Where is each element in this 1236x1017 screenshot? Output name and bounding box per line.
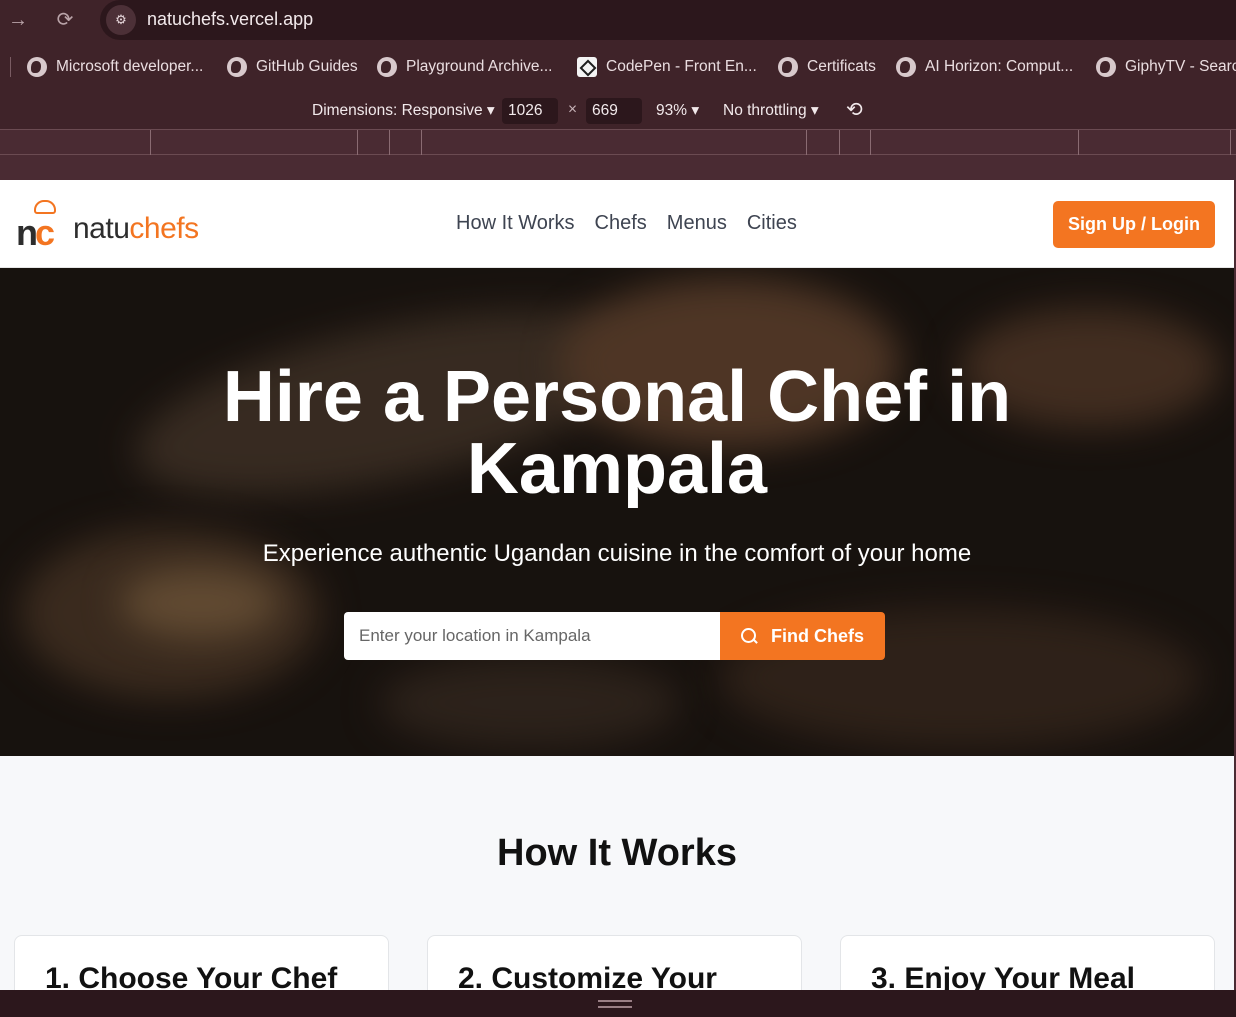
logo-mark: nc xyxy=(16,212,55,253)
location-search-input[interactable] xyxy=(344,612,720,660)
bookmark-microsoft[interactable]: Microsoft developer... xyxy=(27,55,203,79)
globe-icon xyxy=(377,57,397,77)
search-icon xyxy=(741,628,757,644)
devtools-panel-edge xyxy=(0,990,1236,1017)
dimensions-select[interactable]: Dimensions: Responsive ▾ xyxy=(312,101,495,120)
globe-icon xyxy=(896,57,916,77)
site-header: nc natuchefs How It Works Chefs Menus Ci… xyxy=(0,180,1234,268)
bookmark-playground[interactable]: Playground Archive... xyxy=(377,55,552,79)
zoom-select[interactable]: 93% ▾ xyxy=(656,101,699,120)
step-card-title: 1. Choose Your Chef xyxy=(45,962,338,990)
main-nav: How It Works Chefs Menus Cities xyxy=(456,212,797,235)
device-toolbar: Dimensions: Responsive ▾ 1026 × 669 93% … xyxy=(0,94,1236,129)
bookmark-ai-horizon[interactable]: AI Horizon: Comput... xyxy=(896,55,1073,79)
bookmark-github-guides[interactable]: GitHub Guides xyxy=(227,55,358,79)
globe-icon xyxy=(1096,57,1116,77)
nav-how-it-works[interactable]: How It Works xyxy=(456,212,575,235)
globe-icon xyxy=(227,57,247,77)
address-bar[interactable]: ⚙ natuchefs.vercel.app xyxy=(100,0,1236,40)
find-chefs-button[interactable]: Find Chefs xyxy=(720,612,885,660)
browser-chrome: → ⟳ ⚙ natuchefs.vercel.app Microsoft dev… xyxy=(0,0,1236,180)
step-card-1: 1. Choose Your Chef xyxy=(14,935,389,990)
step-card-title: 3. Enjoy Your Meal xyxy=(871,962,1135,990)
media-query-ruler xyxy=(0,129,1236,155)
signup-login-button[interactable]: Sign Up / Login xyxy=(1053,201,1215,248)
url-text: natuchefs.vercel.app xyxy=(147,9,314,29)
bookmark-giphytv[interactable]: GiphyTV - Searc xyxy=(1096,55,1236,79)
bookmark-certificats[interactable]: Certificats xyxy=(778,55,876,79)
height-input[interactable]: 669 xyxy=(586,98,642,124)
logo-wordmark: natuchefs xyxy=(73,212,199,245)
step-card-3: 3. Enjoy Your Meal xyxy=(840,935,1215,990)
hero-section: Hire a Personal Chef in Kampala Experien… xyxy=(0,268,1234,756)
hero-title: Hire a Personal Chef in Kampala xyxy=(222,357,1012,509)
resize-handle-icon[interactable] xyxy=(598,1000,632,1008)
site-info-icon[interactable]: ⚙ xyxy=(106,5,136,35)
width-input[interactable]: 1026 xyxy=(502,98,558,124)
page-viewport: nc natuchefs How It Works Chefs Menus Ci… xyxy=(0,180,1234,990)
nav-chefs[interactable]: Chefs xyxy=(595,212,647,235)
bookmark-codepen[interactable]: CodePen - Front En... xyxy=(577,55,757,79)
address-row: → ⟳ ⚙ natuchefs.vercel.app xyxy=(0,0,1236,41)
globe-icon xyxy=(27,57,47,77)
throttling-select[interactable]: No throttling ▾ xyxy=(723,101,819,120)
codepen-icon xyxy=(577,57,597,77)
step-card-title: 2. Customize Your xyxy=(458,962,717,990)
nav-cities[interactable]: Cities xyxy=(747,212,797,235)
nav-menus[interactable]: Menus xyxy=(667,212,727,235)
reload-icon[interactable]: ⟳ xyxy=(51,6,79,34)
site-logo[interactable]: nc natuchefs xyxy=(16,200,216,253)
forward-icon[interactable]: → xyxy=(4,6,32,34)
hero-subtitle: Experience authentic Ugandan cuisine in … xyxy=(262,540,972,567)
globe-icon xyxy=(778,57,798,77)
bookmarks-separator xyxy=(10,57,11,77)
rotate-icon[interactable]: ⟲ xyxy=(846,97,863,122)
how-it-works-heading: How It Works xyxy=(497,832,737,874)
step-card-2: 2. Customize Your xyxy=(427,935,802,990)
bookmarks-bar: Microsoft developer... GitHub Guides Pla… xyxy=(0,45,1236,89)
dimension-times: × xyxy=(568,101,578,118)
